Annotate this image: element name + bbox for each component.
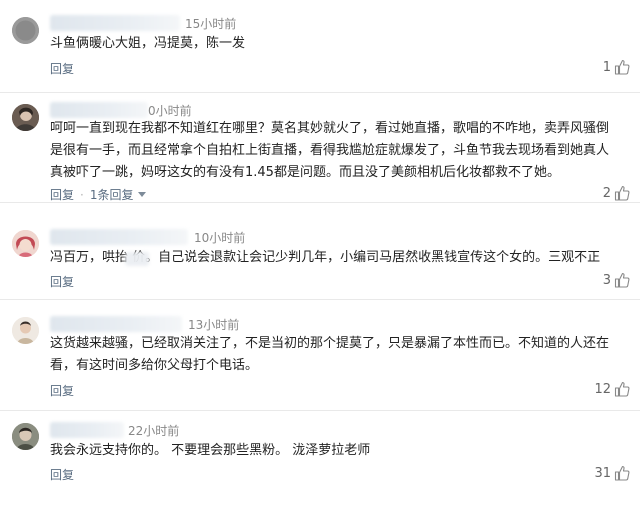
username-blurred[interactable] bbox=[50, 229, 188, 245]
chevron-down-icon bbox=[138, 192, 147, 197]
comment-time: 22小时前 bbox=[128, 424, 180, 438]
like-button[interactable]: 12 bbox=[594, 381, 630, 397]
user-avatar[interactable] bbox=[12, 230, 39, 257]
comment-item: 10小时前 冯百万，哄抬 价。自己说会退款让会记少判几年，小编司马居然收黑钱宣传… bbox=[0, 202, 640, 300]
comment-time: 0小时前 bbox=[148, 104, 192, 118]
comment-actions: 回复 bbox=[50, 382, 74, 399]
comment-actions: 回复 bbox=[50, 273, 74, 290]
comment-item: 13小时前 这货越来越骚，已经取消关注了，不是当初的那个提莫了，只是暴漏了本性而… bbox=[0, 299, 640, 411]
like-button[interactable]: 1 bbox=[603, 59, 630, 75]
comment-item: 22小时前 我会永远支持你的。 不要理会那些黑粉。 泷泽萝拉老师 回复 31 bbox=[0, 410, 640, 506]
comment-text: 我会永远支持你的。 不要理会那些黑粉。 泷泽萝拉老师 bbox=[50, 443, 371, 458]
thumbs-up-icon bbox=[614, 465, 630, 481]
thumbs-up-icon bbox=[614, 185, 630, 201]
username-blurred[interactable] bbox=[50, 422, 124, 438]
thumbs-up-icon bbox=[614, 272, 630, 288]
blur-mask bbox=[125, 252, 149, 266]
comment-text: 这货越来越骚，已经取消关注了，不是当初的那个提莫了，只是暴漏了本性而已。不知道的… bbox=[50, 336, 610, 373]
comment-item: 0小时前 呵呵一直到现在我都不知道红在哪里？莫名其妙就火了，看过她直播，歌唱的不… bbox=[0, 92, 640, 203]
like-count: 1 bbox=[602, 59, 611, 75]
like-count: 3 bbox=[602, 272, 611, 288]
comment-time: 13小时前 bbox=[188, 318, 240, 332]
divider-dot: · bbox=[80, 187, 84, 202]
view-replies-label: 1条回复 bbox=[89, 188, 134, 202]
like-button[interactable]: 31 bbox=[594, 465, 630, 481]
thumbs-up-icon bbox=[614, 381, 630, 397]
comment-item: 15小时前 斗鱼俩暖心大姐，冯提莫，陈一发 回复 1 bbox=[0, 0, 640, 93]
like-count: 2 bbox=[602, 185, 611, 201]
like-count: 12 bbox=[594, 381, 611, 397]
comment-actions: 回复 bbox=[50, 60, 74, 77]
user-avatar[interactable] bbox=[12, 317, 39, 344]
reply-button[interactable]: 回复 bbox=[50, 60, 74, 77]
reply-button[interactable]: 回复 bbox=[50, 466, 74, 483]
reply-button[interactable]: 回复 bbox=[50, 186, 74, 203]
user-avatar[interactable] bbox=[12, 104, 39, 131]
username-blurred[interactable] bbox=[50, 316, 182, 332]
username-blurred[interactable] bbox=[50, 102, 148, 118]
like-button[interactable]: 3 bbox=[603, 272, 630, 288]
username-blurred[interactable] bbox=[50, 15, 180, 31]
reply-button[interactable]: 回复 bbox=[50, 273, 74, 290]
comment-actions: 回复 · 1条回复 bbox=[50, 186, 147, 203]
comment-time: 10小时前 bbox=[194, 231, 246, 245]
thumbs-up-icon bbox=[614, 59, 630, 75]
comment-text: 斗鱼俩暖心大姐，冯提莫，陈一发 bbox=[50, 36, 246, 51]
user-avatar[interactable] bbox=[12, 423, 39, 450]
like-button[interactable]: 2 bbox=[603, 185, 630, 201]
comment-time: 15小时前 bbox=[185, 17, 237, 31]
comment-text: 呵呵一直到现在我都不知道红在哪里？莫名其妙就火了，看过她直播，歌唱的不咋地，卖弄… bbox=[50, 121, 610, 180]
reply-button[interactable]: 回复 bbox=[50, 382, 74, 399]
user-avatar[interactable] bbox=[12, 17, 39, 44]
view-replies-link[interactable]: 1条回复 bbox=[90, 186, 147, 203]
like-count: 31 bbox=[594, 465, 611, 481]
comment-actions: 回复 bbox=[50, 466, 74, 483]
